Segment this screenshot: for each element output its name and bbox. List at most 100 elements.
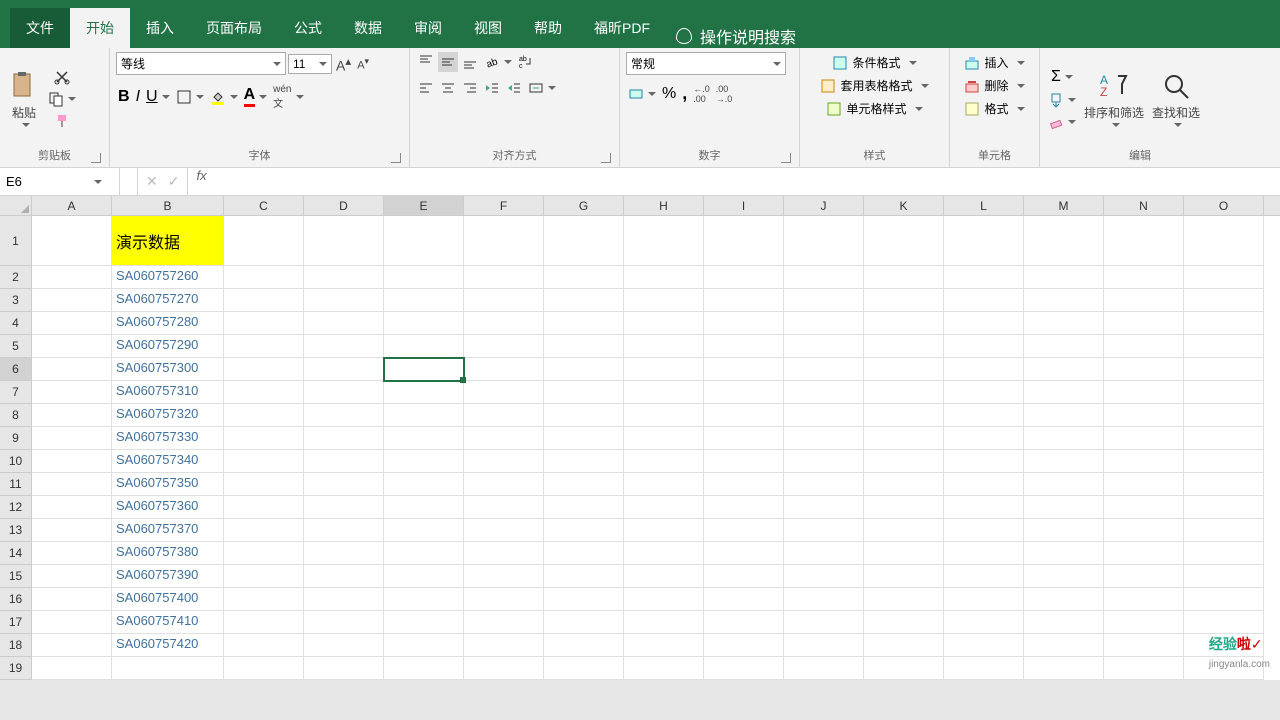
column-header[interactable]: I: [704, 196, 784, 215]
cell[interactable]: [944, 634, 1024, 657]
cell[interactable]: [464, 427, 544, 450]
cell[interactable]: [704, 427, 784, 450]
cell[interactable]: [1184, 335, 1264, 358]
cell[interactable]: [1104, 335, 1184, 358]
column-header[interactable]: J: [784, 196, 864, 215]
cell[interactable]: [864, 611, 944, 634]
cell[interactable]: [1184, 473, 1264, 496]
cell[interactable]: [304, 216, 384, 266]
conditional-format-button[interactable]: 条件格式: [806, 52, 943, 73]
select-all-corner[interactable]: [0, 196, 32, 215]
cell[interactable]: SA060757310: [112, 381, 224, 404]
format-painter-button[interactable]: [46, 111, 78, 131]
accounting-format-button[interactable]: [626, 84, 658, 104]
cell[interactable]: [864, 216, 944, 266]
cell[interactable]: [864, 588, 944, 611]
cell[interactable]: [304, 404, 384, 427]
cell[interactable]: [224, 381, 304, 404]
wrap-text-button[interactable]: abc: [516, 52, 536, 72]
cell[interactable]: [624, 611, 704, 634]
align-middle-button[interactable]: [438, 52, 458, 72]
cell[interactable]: [224, 611, 304, 634]
cell[interactable]: [864, 289, 944, 312]
cell[interactable]: [304, 289, 384, 312]
row-header[interactable]: 9: [0, 427, 32, 450]
cell[interactable]: SA060757280: [112, 312, 224, 335]
autosum-button[interactable]: Σ: [1046, 66, 1078, 88]
cell[interactable]: [32, 588, 112, 611]
cell[interactable]: [464, 473, 544, 496]
cell[interactable]: [32, 519, 112, 542]
row-header[interactable]: 18: [0, 634, 32, 657]
cell[interactable]: [224, 473, 304, 496]
phonetic-button[interactable]: wén文: [271, 82, 305, 112]
cell[interactable]: [1104, 657, 1184, 680]
align-center-button[interactable]: [438, 78, 458, 98]
cell[interactable]: [544, 611, 624, 634]
cell[interactable]: [944, 565, 1024, 588]
cell[interactable]: SA060757320: [112, 404, 224, 427]
cell[interactable]: [784, 588, 864, 611]
cell[interactable]: [112, 657, 224, 680]
cell[interactable]: [944, 519, 1024, 542]
cell[interactable]: [1104, 496, 1184, 519]
cell[interactable]: [1184, 496, 1264, 519]
cell[interactable]: [1184, 381, 1264, 404]
chevron-down-icon[interactable]: [94, 180, 102, 184]
cell[interactable]: [704, 266, 784, 289]
cell[interactable]: [1104, 542, 1184, 565]
cell[interactable]: [32, 657, 112, 680]
row-header[interactable]: 17: [0, 611, 32, 634]
cell[interactable]: [304, 657, 384, 680]
cell[interactable]: [224, 312, 304, 335]
column-header[interactable]: L: [944, 196, 1024, 215]
cell[interactable]: [544, 565, 624, 588]
cell[interactable]: [864, 473, 944, 496]
cell[interactable]: [704, 450, 784, 473]
merge-button[interactable]: [526, 78, 558, 98]
cell[interactable]: [1104, 427, 1184, 450]
decrease-decimal-button[interactable]: .00→.0: [714, 82, 735, 106]
cell[interactable]: [304, 358, 384, 381]
cell[interactable]: [1024, 657, 1104, 680]
insert-cells-button[interactable]: 插入: [956, 52, 1033, 73]
cell[interactable]: [784, 216, 864, 266]
cell[interactable]: [464, 496, 544, 519]
cell[interactable]: [1024, 427, 1104, 450]
cell[interactable]: [464, 216, 544, 266]
cell[interactable]: [32, 496, 112, 519]
tab-review[interactable]: 审阅: [398, 8, 458, 48]
cell[interactable]: [944, 358, 1024, 381]
tab-foxit-pdf[interactable]: 福昕PDF: [578, 8, 666, 48]
tab-help[interactable]: 帮助: [518, 8, 578, 48]
row-header[interactable]: 1: [0, 216, 32, 266]
cell[interactable]: [224, 519, 304, 542]
cell[interactable]: [944, 381, 1024, 404]
cell[interactable]: [464, 634, 544, 657]
cell[interactable]: [944, 312, 1024, 335]
tab-formulas[interactable]: 公式: [278, 8, 338, 48]
cell[interactable]: [1184, 358, 1264, 381]
cell[interactable]: [624, 312, 704, 335]
row-header[interactable]: 6: [0, 358, 32, 381]
cell[interactable]: [544, 312, 624, 335]
cell[interactable]: [784, 611, 864, 634]
cell[interactable]: [784, 289, 864, 312]
column-header[interactable]: M: [1024, 196, 1104, 215]
cell[interactable]: [624, 381, 704, 404]
percent-button[interactable]: %: [660, 83, 678, 105]
border-button[interactable]: [174, 87, 206, 107]
cell[interactable]: [1104, 404, 1184, 427]
cell[interactable]: [704, 611, 784, 634]
cell[interactable]: [32, 473, 112, 496]
cell[interactable]: [32, 404, 112, 427]
cell[interactable]: [304, 335, 384, 358]
cell[interactable]: SA060757370: [112, 519, 224, 542]
cell[interactable]: [1184, 404, 1264, 427]
cell[interactable]: [1024, 335, 1104, 358]
fill-color-button[interactable]: [208, 87, 240, 107]
column-header[interactable]: E: [384, 196, 464, 215]
column-header[interactable]: C: [224, 196, 304, 215]
italic-button[interactable]: I: [134, 86, 142, 108]
bold-button[interactable]: B: [116, 86, 132, 108]
